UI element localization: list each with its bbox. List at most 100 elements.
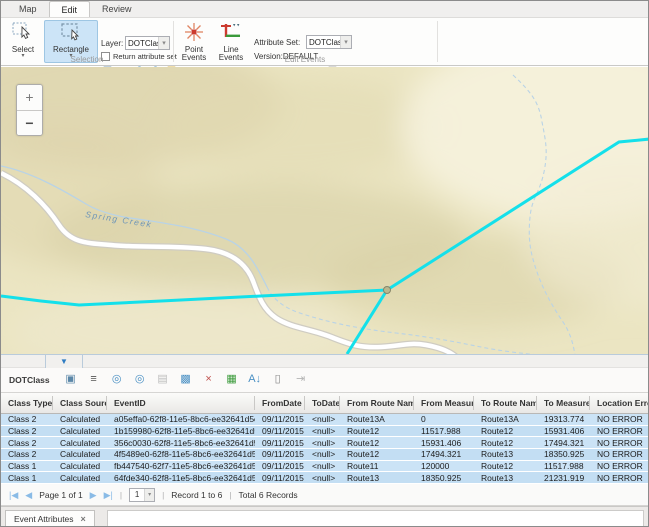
cell-location-error: NO ERROR — [590, 414, 648, 424]
table-toolbar-icons: ▣ ≡ ◎ ◎ ▤ ▩ × ▦ A↓ ▯ ⇥ — [64, 373, 308, 387]
cell-to-date: <null> — [305, 461, 340, 471]
tab-well — [107, 510, 644, 527]
tab-edit[interactable]: Edit — [49, 1, 91, 17]
cell-location-error: NO ERROR — [590, 461, 648, 471]
page-select-dropdown[interactable]: 1 ▾ — [129, 488, 155, 502]
cell-event-id: 1b159980-62f8-11e5-8bc6-ee32641d5ec9 — [107, 426, 255, 436]
page-text: Page 1 of 1 — [39, 490, 82, 500]
cell-to-route-name: Route12 — [474, 426, 537, 436]
table-menu-icon[interactable]: ≡ — [87, 373, 101, 387]
table-row[interactable]: Class 1 Calculated fb447540-62f7-11e5-8b… — [1, 461, 648, 473]
cell-from-measure: 18350.925 — [414, 473, 474, 483]
cell-to-measure: 18350.925 — [537, 449, 590, 459]
attribute-set-dropdown[interactable]: DOTClass ▾ — [306, 35, 352, 49]
table-column-header[interactable]: Class Source — [53, 396, 107, 410]
cell-class-type: Class 2 — [1, 438, 53, 448]
save-icon[interactable]: ▤ — [156, 373, 170, 387]
table-row[interactable]: Class 2 Calculated 1b159980-62f8-11e5-8b… — [1, 426, 648, 438]
table-column-header[interactable]: Class Type — [1, 396, 53, 410]
cell-class-source: Calculated — [53, 426, 107, 436]
selection-group-label: Selection — [1, 55, 173, 64]
select-tool-icon[interactable]: ▣ — [64, 373, 78, 387]
cell-location-error: NO ERROR — [590, 449, 648, 459]
rectangle-select-icon — [59, 21, 83, 45]
copy-record-icon[interactable]: ▯ — [271, 373, 285, 387]
cell-from-date: 09/11/2015 — [255, 449, 305, 459]
table-row[interactable]: Class 2 Calculated 356c0030-62f8-11e5-8b… — [1, 437, 648, 449]
cell-from-date: 09/11/2015 — [255, 438, 305, 448]
cell-to-route-name: Route12 — [474, 438, 537, 448]
table-column-header[interactable]: EventID — [107, 396, 255, 410]
map-view[interactable]: Spring Creek — [1, 67, 649, 354]
cell-location-error: NO ERROR — [590, 473, 648, 483]
attribute-table-body: Class 2 Calculated a05effa0-62f8-11e5-8b… — [1, 414, 648, 484]
first-page-button[interactable]: |◀ — [9, 490, 18, 500]
clear-selection-icon[interactable]: × — [202, 373, 216, 387]
table-header-row: Class TypeClass SourceEventIDFromDateToD… — [1, 393, 648, 414]
edit-events-group-label: Edit Events — [173, 55, 437, 64]
layer-dropdown[interactable]: DOTClass ▾ — [125, 36, 170, 50]
tab-review[interactable]: Review — [90, 1, 144, 17]
cell-event-id: a05effa0-62f8-11e5-8bc6-ee32641d5ec9 — [107, 414, 255, 424]
cell-from-date: 09/11/2015 — [255, 414, 305, 424]
cell-location-error: NO ERROR — [590, 438, 648, 448]
cell-class-type: Class 1 — [1, 461, 53, 471]
cell-to-route-name: Route12 — [474, 461, 537, 471]
cell-from-route-name: Route12 — [340, 449, 414, 459]
table-column-header[interactable]: To Route Name — [474, 396, 537, 410]
record-range-text: Record 1 to 6 — [171, 490, 222, 500]
cell-from-route-name: Route11 — [340, 461, 414, 471]
add-record-icon[interactable]: ▦ — [225, 373, 239, 387]
cell-to-date: <null> — [305, 438, 340, 448]
table-column-header[interactable]: To Measure — [537, 396, 590, 410]
cell-from-measure: 0 — [414, 414, 474, 424]
point-events-icon — [183, 21, 205, 45]
cell-to-route-name: Route13A — [474, 414, 537, 424]
table-row[interactable]: Class 1 Calculated 64fde340-62f8-11e5-8b… — [1, 472, 648, 484]
zoom-out-button[interactable]: − — [17, 110, 42, 135]
previous-page-button[interactable]: ◀ — [25, 490, 32, 500]
cell-from-measure: 11517.988 — [414, 426, 474, 436]
zoom-to-record-icon[interactable]: ◎ — [110, 373, 124, 387]
cell-event-id: 4f5489e0-62f8-11e5-8bc6-ee32641d5ec9 — [107, 449, 255, 459]
switch-selection-icon[interactable]: ▩ — [179, 373, 193, 387]
cell-to-date: <null> — [305, 449, 340, 459]
table-column-header[interactable]: FromDate — [255, 396, 305, 410]
cell-location-error: NO ERROR — [590, 426, 648, 436]
table-column-header[interactable]: From Route Name — [340, 396, 414, 410]
cell-to-date: <null> — [305, 414, 340, 424]
cell-class-source: Calculated — [53, 461, 107, 471]
cell-from-route-name: Route12 — [340, 438, 414, 448]
cell-to-measure: 17494.321 — [537, 438, 590, 448]
cell-from-measure: 120000 — [414, 461, 474, 471]
tab-map[interactable]: Map — [7, 1, 49, 17]
cell-to-date: <null> — [305, 426, 340, 436]
close-tab-icon[interactable]: × — [81, 514, 86, 524]
attribute-table-toolbar: DOTClass ▣≡◎◎▤▩×▦A↓▯⇥ — [1, 368, 648, 393]
last-page-button[interactable]: ▶| — [104, 490, 113, 500]
ribbon-tab-bar: Map Edit Review — [1, 1, 648, 18]
zoom-in-button[interactable]: + — [17, 85, 42, 110]
cell-class-source: Calculated — [53, 449, 107, 459]
table-row[interactable]: Class 2 Calculated a05effa0-62f8-11e5-8b… — [1, 414, 648, 426]
collapse-panel-button[interactable]: ▼ — [45, 354, 83, 368]
table-column-header[interactable]: Location Error — [590, 396, 648, 410]
attribute-set-dropdown-arrow-icon: ▾ — [340, 36, 351, 48]
line-events-icon — [219, 21, 243, 45]
cell-from-route-name: Route13A — [340, 414, 414, 424]
table-row[interactable]: Class 2 Calculated 4f5489e0-62f8-11e5-8b… — [1, 449, 648, 461]
cell-class-type: Class 2 — [1, 449, 53, 459]
tab-event-attributes[interactable]: Event Attributes × — [5, 510, 95, 527]
collapse-arrow-icon: ▼ — [60, 357, 68, 366]
measure-record-icon[interactable]: ⇥ — [294, 373, 308, 387]
table-column-header[interactable]: ToDate — [305, 396, 340, 410]
table-column-header[interactable]: From Measure — [414, 396, 474, 410]
cell-class-type: Class 2 — [1, 414, 53, 424]
next-page-button[interactable]: ▶ — [90, 490, 97, 500]
sort-icon[interactable]: A↓ — [248, 373, 262, 387]
cell-event-id: 64fde340-62f8-11e5-8bc6-ee32641d5ec9 — [107, 473, 255, 483]
cell-from-date: 09/11/2015 — [255, 473, 305, 483]
cell-event-id: fb447540-62f7-11e5-8bc6-ee32641d5ec9 — [107, 461, 255, 471]
junction-marker[interactable] — [384, 287, 391, 294]
pan-to-record-icon[interactable]: ◎ — [133, 373, 147, 387]
